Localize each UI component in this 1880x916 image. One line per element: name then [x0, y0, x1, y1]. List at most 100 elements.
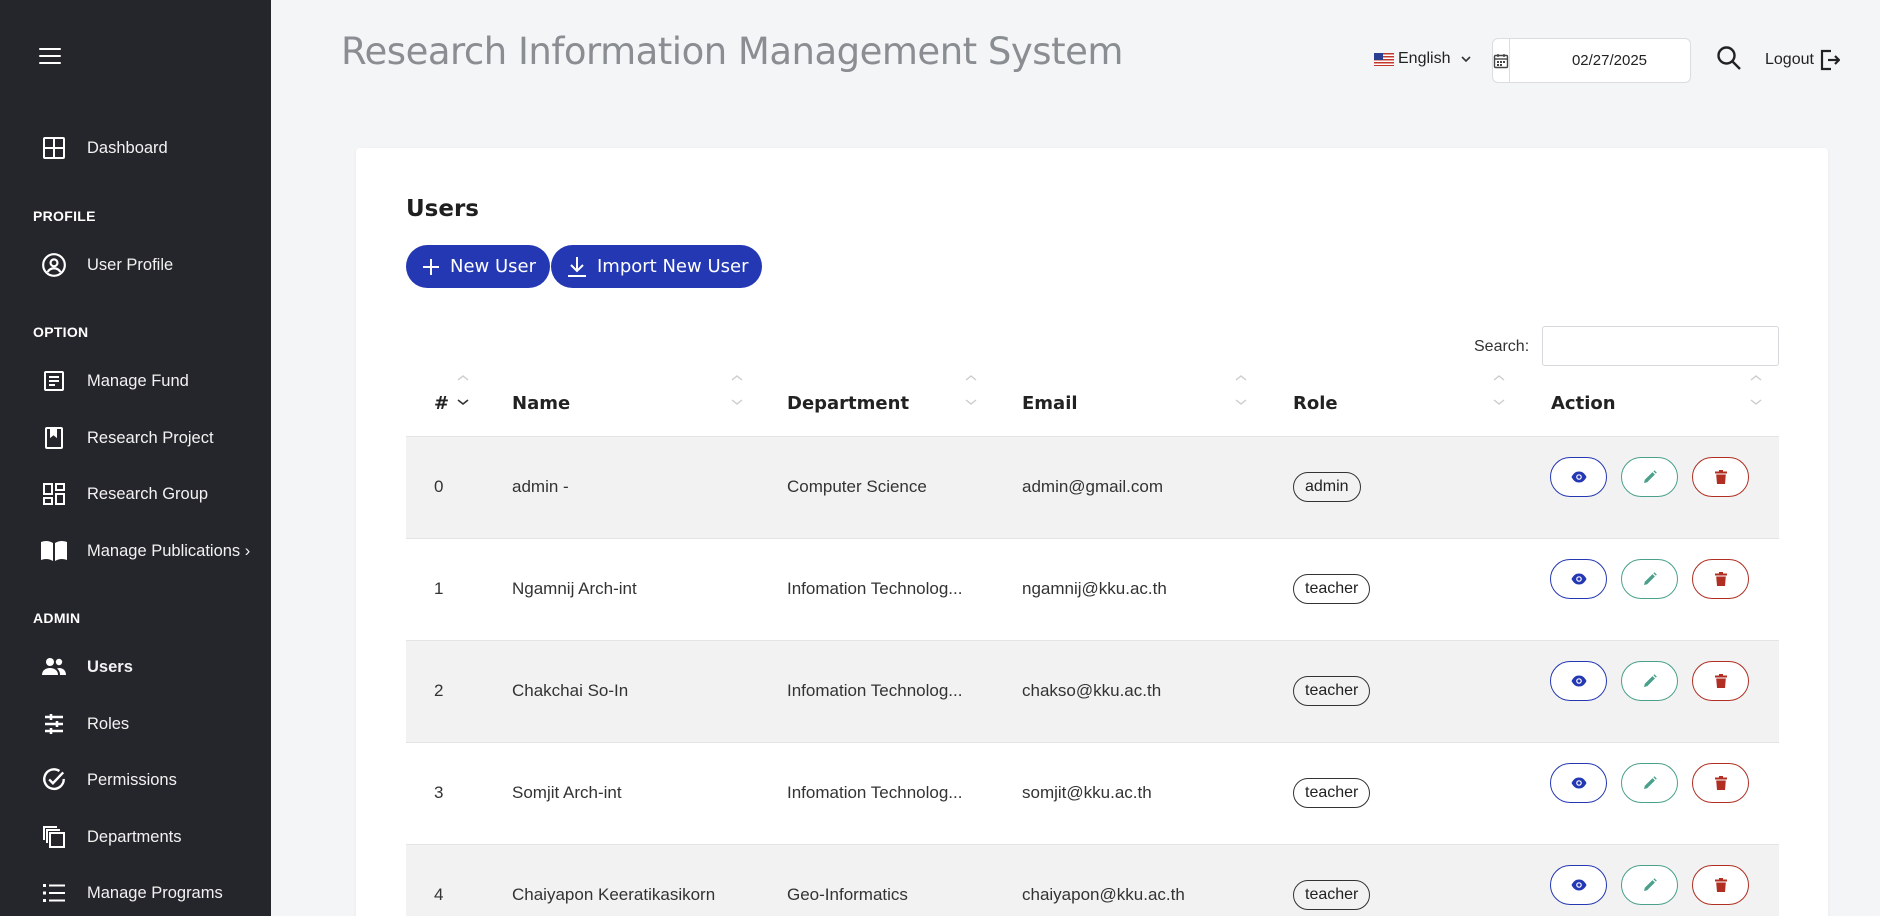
cell-name: Chaiyapon Keeratikasikorn [512, 885, 716, 904]
column-header-department[interactable]: Department [787, 370, 909, 436]
cell-department: Infomation Technolog... [787, 579, 963, 598]
document-icon [40, 367, 68, 395]
logout-icon [1820, 49, 1840, 71]
roles-icon [40, 710, 68, 738]
delete-button[interactable] [1692, 457, 1749, 497]
sidebar-item-manage-publications[interactable]: Manage Publications › [0, 529, 271, 573]
delete-button[interactable] [1692, 661, 1749, 701]
cell-name: Ngamnij Arch-int [512, 579, 637, 598]
delete-button[interactable] [1692, 559, 1749, 599]
sort-icon[interactable] [730, 370, 744, 436]
cell-email: chakso@kku.ac.th [1022, 681, 1162, 700]
role-badge: teacher [1293, 574, 1371, 604]
sidebar-item-research-group[interactable]: Research Group [0, 472, 271, 516]
bookmark-book-icon [40, 424, 68, 452]
trash-icon [1714, 878, 1727, 892]
dashboard-icon [40, 134, 68, 162]
cell-number: 4 [434, 885, 444, 904]
delete-button[interactable] [1692, 763, 1749, 803]
list-icon [40, 879, 68, 907]
new-user-button[interactable]: New User [406, 245, 551, 288]
section-heading-option: OPTION [33, 324, 89, 340]
column-header-number[interactable]: # [434, 370, 449, 436]
table-row: 0 admin - Computer Science admin@gmail.c… [406, 436, 1779, 538]
column-header-role[interactable]: Role [1293, 370, 1338, 436]
sidebar-item-dashboard[interactable]: Dashboard [0, 126, 271, 170]
sidebar-item-label: Manage Programs [87, 883, 223, 902]
date-picker [1492, 38, 1709, 83]
column-header-action[interactable]: Action [1551, 370, 1616, 436]
sort-icon[interactable] [1749, 370, 1763, 436]
search-input[interactable] [1542, 326, 1779, 366]
sort-icon[interactable] [1492, 370, 1506, 436]
edit-button[interactable] [1621, 661, 1678, 701]
sidebar-item-user-profile[interactable]: User Profile [0, 243, 271, 287]
sidebar-item-users[interactable]: Users [0, 645, 271, 689]
column-header-name[interactable]: Name [512, 370, 570, 436]
pencil-icon [1643, 878, 1657, 891]
sidebar-item-label: Manage Publications › [87, 541, 251, 560]
column-header-email[interactable]: Email [1022, 370, 1078, 436]
table-header: # Name Department Email Role Action [406, 370, 1779, 436]
card-title: Users [406, 196, 479, 222]
eye-icon [1571, 471, 1586, 483]
page-title: Research Information Management System [341, 30, 1123, 73]
language-selector[interactable]: English [1374, 50, 1472, 68]
cell-role: teacher [1293, 743, 1371, 843]
edit-button[interactable] [1621, 763, 1678, 803]
view-button[interactable] [1550, 763, 1607, 803]
menu-toggle-icon[interactable] [39, 48, 61, 66]
section-heading-admin: ADMIN [33, 610, 81, 626]
pencil-icon [1643, 674, 1657, 687]
sidebar-item-roles[interactable]: Roles [0, 702, 271, 746]
sidebar-item-manage-fund[interactable]: Manage Fund [0, 359, 271, 403]
cell-number: 1 [434, 579, 444, 598]
view-button[interactable] [1550, 865, 1607, 905]
table-row: 3 Somjit Arch-int Infomation Technolog..… [406, 742, 1779, 844]
view-button[interactable] [1550, 661, 1607, 701]
cell-number: 2 [434, 681, 444, 700]
sidebar-item-label: Permissions [87, 770, 177, 789]
import-user-button[interactable]: Import New User [551, 245, 763, 288]
sidebar-item-departments[interactable]: Departments [0, 815, 271, 859]
users-icon [40, 653, 68, 681]
role-badge: teacher [1293, 676, 1371, 706]
pencil-icon [1643, 470, 1657, 483]
search-icon[interactable] [1716, 45, 1742, 76]
sort-icon[interactable] [1234, 370, 1248, 436]
import-user-label: Import New User [597, 256, 749, 277]
cell-email: chaiyapon@kku.ac.th [1022, 885, 1185, 904]
view-button[interactable] [1550, 457, 1607, 497]
cell-number: 0 [434, 477, 444, 496]
cell-role: admin [1293, 437, 1361, 537]
sidebar-item-research-project[interactable]: Research Project [0, 416, 271, 460]
delete-button[interactable] [1692, 865, 1749, 905]
sidebar-item-permissions[interactable]: Permissions [0, 758, 271, 802]
cell-number: 3 [434, 783, 444, 802]
sort-icon[interactable] [964, 370, 978, 436]
edit-button[interactable] [1621, 457, 1678, 497]
table-row: 1 Ngamnij Arch-int Infomation Technolog.… [406, 538, 1779, 640]
sidebar-item-manage-programs[interactable]: Manage Programs [0, 871, 271, 915]
cell-email: admin@gmail.com [1022, 477, 1164, 496]
calendar-icon[interactable] [1493, 39, 1510, 82]
sidebar-item-label: Users [87, 657, 133, 676]
sort-icon[interactable] [456, 370, 470, 436]
user-circle-icon [40, 251, 68, 279]
sidebar-item-label: Roles [87, 714, 130, 733]
sidebar-item-label: Manage Fund [87, 371, 189, 390]
role-badge: admin [1293, 472, 1361, 502]
language-label: English [1398, 50, 1451, 67]
edit-button[interactable] [1621, 559, 1678, 599]
sidebar-item-label: Research Group [87, 484, 209, 503]
cell-name: admin - [512, 477, 569, 496]
edit-button[interactable] [1621, 865, 1678, 905]
cell-role: teacher [1293, 845, 1371, 916]
view-button[interactable] [1550, 559, 1607, 599]
role-badge: teacher [1293, 880, 1371, 910]
cell-email: ngamnij@kku.ac.th [1022, 579, 1167, 598]
sidebar-item-label: Research Project [87, 428, 214, 447]
plus-icon [423, 258, 439, 275]
date-input[interactable] [1510, 39, 1709, 82]
logout-button[interactable]: Logout [1765, 49, 1840, 71]
